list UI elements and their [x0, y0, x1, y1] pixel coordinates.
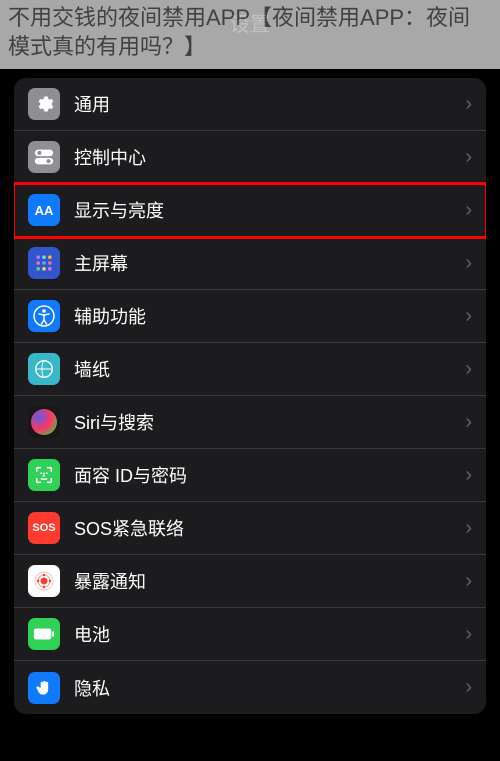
article-title-overlay: 不用交钱的夜间禁用APP【夜间禁用APP：夜间模式真的有用吗？】 [0, 0, 500, 69]
chevron-right-icon: › [465, 570, 472, 593]
row-display-brightness[interactable]: AA 显示与亮度 › [14, 184, 486, 237]
row-label: 墙纸 [74, 356, 459, 382]
battery-icon [28, 618, 60, 650]
row-accessibility[interactable]: 辅助功能 › [14, 290, 486, 343]
row-siri-search[interactable]: Siri与搜索 › [14, 396, 486, 449]
privacy-icon [28, 672, 60, 704]
row-sos[interactable]: SOS SOS紧急联络 › [14, 502, 486, 555]
display-brightness-icon: AA [28, 194, 60, 226]
row-wallpaper[interactable]: 墙纸 › [14, 343, 486, 396]
chevron-right-icon: › [465, 623, 472, 646]
row-control-center[interactable]: 控制中心 › [14, 131, 486, 184]
row-label: SOS紧急联络 [74, 515, 459, 541]
row-home-screen[interactable]: 主屏幕 › [14, 237, 486, 290]
wallpaper-icon [28, 353, 60, 385]
accessibility-icon [28, 300, 60, 332]
row-privacy[interactable]: 隐私 › [14, 661, 486, 714]
chevron-right-icon: › [465, 252, 472, 275]
chevron-right-icon: › [465, 199, 472, 222]
sos-icon: SOS [28, 512, 60, 544]
chevron-right-icon: › [465, 517, 472, 540]
chevron-right-icon: › [465, 411, 472, 434]
chevron-right-icon: › [465, 305, 472, 328]
row-label: 显示与亮度 [74, 197, 459, 223]
chevron-right-icon: › [465, 676, 472, 699]
chevron-right-icon: › [465, 464, 472, 487]
row-label: 面容 ID与密码 [74, 462, 459, 488]
row-face-id[interactable]: 面容 ID与密码 › [14, 449, 486, 502]
chevron-right-icon: › [465, 146, 472, 169]
row-general[interactable]: 通用 › [14, 78, 486, 131]
row-label: 控制中心 [74, 144, 459, 170]
face-id-icon [28, 459, 60, 491]
row-label: 电池 [74, 621, 459, 647]
chevron-right-icon: › [465, 358, 472, 381]
row-battery[interactable]: 电池 › [14, 608, 486, 661]
row-label: 暴露通知 [74, 568, 459, 594]
home-screen-icon [28, 247, 60, 279]
exposure-icon [28, 565, 60, 597]
row-label: Siri与搜索 [74, 409, 459, 435]
chevron-right-icon: › [465, 93, 472, 116]
control-center-icon [28, 141, 60, 173]
row-label: 通用 [74, 91, 459, 117]
general-icon [28, 88, 60, 120]
row-label: 主屏幕 [74, 250, 459, 276]
row-label: 隐私 [74, 675, 459, 701]
settings-content: 通用 › 控制中心 › AA 显示与亮度 › 主屏幕 › 辅助功能 [14, 78, 486, 761]
row-label: 辅助功能 [74, 303, 459, 329]
settings-list: 通用 › 控制中心 › AA 显示与亮度 › 主屏幕 › 辅助功能 [14, 78, 486, 714]
siri-icon [28, 406, 60, 438]
row-exposure-notification[interactable]: 暴露通知 › [14, 555, 486, 608]
